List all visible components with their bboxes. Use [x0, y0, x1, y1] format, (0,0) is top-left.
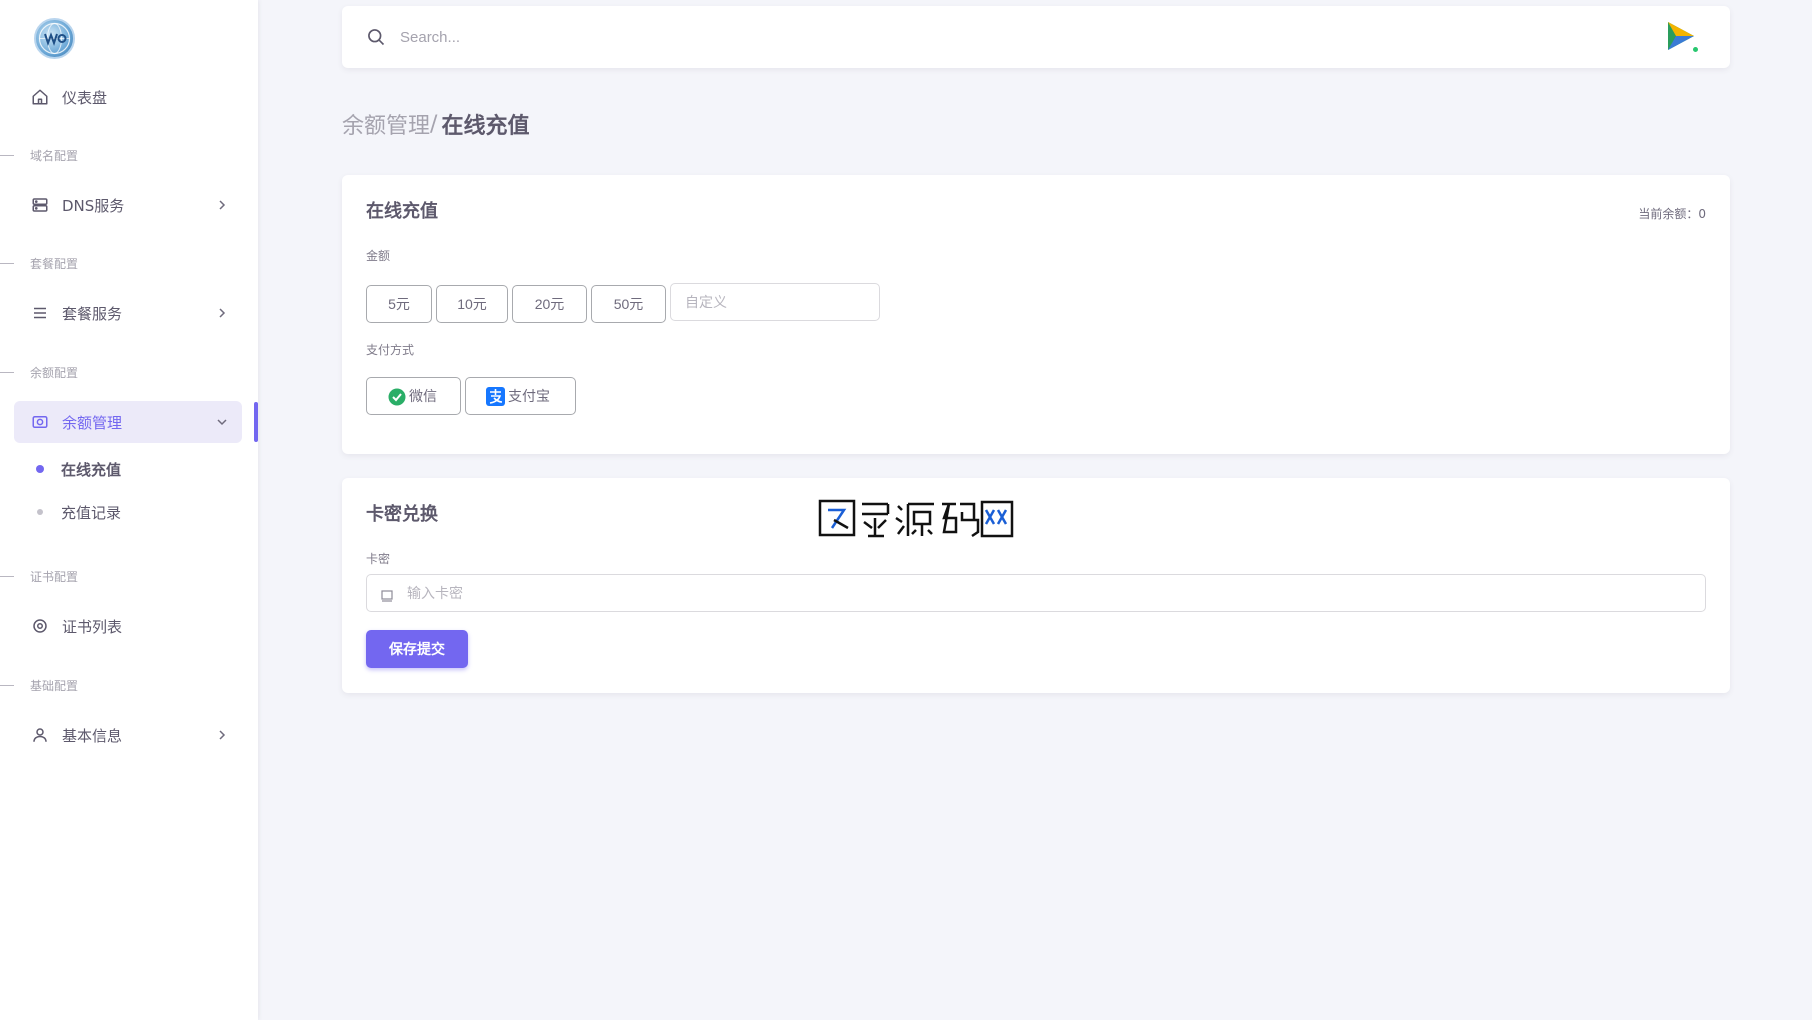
breadcrumb-parent[interactable]: 余额管理 — [342, 108, 430, 140]
chevron-down-icon — [214, 414, 230, 430]
card-key-field[interactable] — [366, 574, 1706, 612]
logo[interactable] — [34, 18, 75, 59]
gear-icon — [30, 616, 50, 636]
redeem-card: 卡密兑换 卡密 保存提交 — [342, 478, 1730, 693]
search-icon[interactable] — [366, 27, 386, 51]
section-package: 套餐配置 — [0, 255, 78, 271]
amount-label: 金额 — [366, 249, 391, 263]
bullet-dot — [37, 509, 43, 515]
nav-recharge-label: 在线充值 — [61, 460, 122, 479]
nav-recharge[interactable]: 在线充值 — [30, 457, 121, 481]
alipay-icon — [486, 386, 506, 406]
payment-method-label: 支付方式 — [366, 343, 415, 357]
card-icon — [381, 587, 393, 606]
nav-certs[interactable]: 证书列表 — [14, 605, 242, 647]
section-domain: 域名配置 — [0, 147, 78, 163]
section-dash — [0, 575, 14, 577]
top-navbar — [342, 6, 1730, 68]
section-dash — [0, 262, 14, 264]
breadcrumb-separator: / — [430, 111, 438, 137]
active-indicator — [254, 402, 258, 442]
watermark-logo — [818, 498, 1014, 540]
recharge-card-title: 在线充值 — [366, 201, 438, 222]
nav-package[interactable]: 套餐服务 — [14, 292, 242, 334]
sidebar: 仪表盘 域名配置 DNS服务 套餐配置 套餐服务 余额配置 余额管理 在线充值 … — [0, 0, 258, 1020]
wechat-icon — [387, 386, 407, 406]
user-icon — [30, 725, 50, 745]
amount-20-button[interactable]: 20元 — [512, 285, 587, 323]
section-domain-label: 域名配置 — [30, 148, 79, 163]
chevron-right-icon — [214, 197, 230, 213]
home-icon — [30, 87, 50, 107]
server-icon — [30, 195, 50, 215]
custom-amount-input[interactable] — [670, 283, 880, 321]
section-balance-label: 余额配置 — [30, 365, 79, 380]
bullet-dot — [36, 465, 44, 473]
nav-dns[interactable]: DNS服务 — [14, 184, 242, 226]
nav-records-label: 充值记录 — [61, 503, 122, 522]
nav-info[interactable]: 基本信息 — [14, 714, 242, 756]
nav-balance-label: 余额管理 — [62, 413, 123, 432]
nav-info-label: 基本信息 — [62, 726, 123, 745]
section-package-label: 套餐配置 — [30, 256, 79, 271]
section-basic: 基础配置 — [0, 677, 78, 693]
wechat-pay-button[interactable]: 微信 — [366, 377, 461, 415]
wechat-pay-label: 微信 — [409, 388, 437, 404]
nav-records[interactable]: 充值记录 — [30, 500, 121, 524]
camera-icon — [30, 412, 50, 432]
nav-package-label: 套餐服务 — [62, 304, 123, 323]
nav-dns-label: DNS服务 — [62, 196, 125, 215]
card-key-input[interactable] — [407, 579, 1687, 607]
page-title: 在线充值 — [441, 114, 530, 139]
avatar[interactable] — [1664, 18, 1700, 58]
breadcrumb: 余额管理 / 在线充值 — [342, 108, 529, 140]
section-balance: 余额配置 — [0, 364, 78, 380]
chevron-right-icon — [214, 305, 230, 321]
amount-5-button[interactable]: 5元 — [366, 285, 432, 323]
amount-10-button[interactable]: 10元 — [436, 285, 508, 323]
redeem-card-title: 卡密兑换 — [366, 504, 438, 525]
nav-balance[interactable]: 余额管理 — [14, 401, 242, 443]
nav-dashboard-label: 仪表盘 — [62, 88, 108, 107]
menu-icon — [30, 303, 50, 323]
online-status-dot — [1691, 45, 1700, 54]
current-balance: 当前余额：0 — [1638, 207, 1706, 221]
amount-50-button[interactable]: 50元 — [591, 285, 666, 323]
alipay-button[interactable]: 支付宝 — [465, 377, 576, 415]
alipay-label: 支付宝 — [508, 388, 550, 404]
section-dash — [0, 154, 14, 156]
section-dash — [0, 371, 14, 373]
nav-dashboard[interactable]: 仪表盘 — [14, 76, 242, 118]
card-key-label: 卡密 — [366, 552, 391, 566]
section-basic-label: 基础配置 — [30, 678, 79, 693]
chevron-right-icon — [214, 727, 230, 743]
section-cert-label: 证书配置 — [30, 569, 79, 584]
section-dash — [0, 684, 14, 686]
section-cert: 证书配置 — [0, 568, 78, 584]
nav-certs-label: 证书列表 — [62, 617, 123, 636]
save-submit-button[interactable]: 保存提交 — [366, 630, 468, 668]
search-input[interactable] — [400, 22, 1000, 52]
recharge-card: 在线充值 当前余额：0 金额 5元 10元 20元 50元 支付方式 微信 支付… — [342, 175, 1730, 454]
